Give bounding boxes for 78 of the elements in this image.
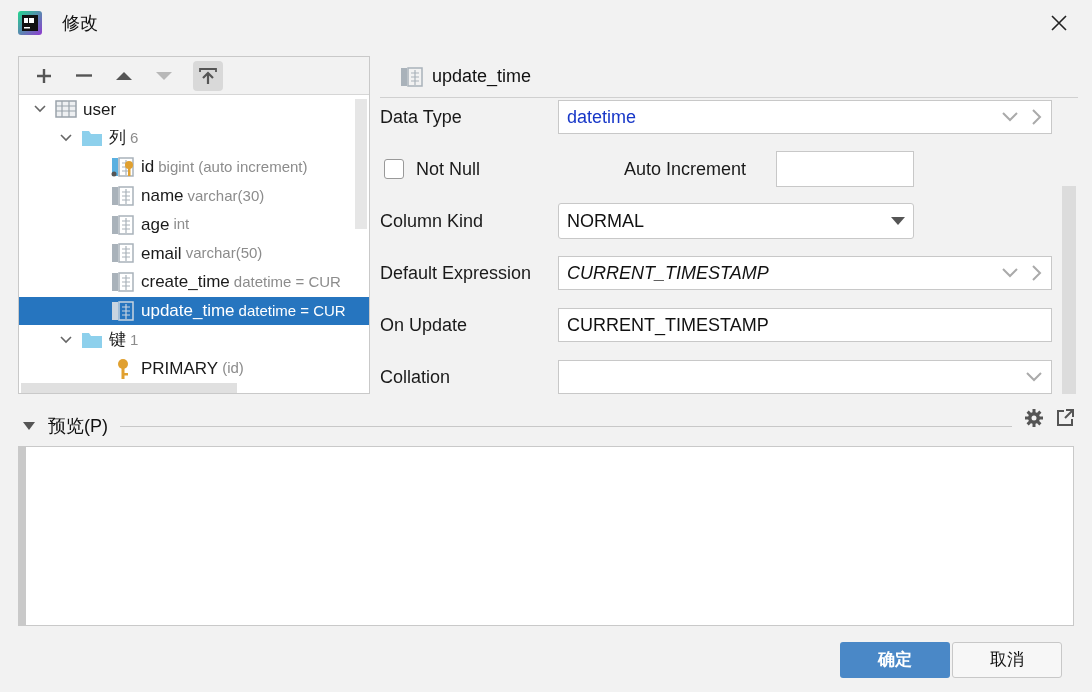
- tree-item-name: create_time: [141, 271, 230, 294]
- app-logo-icon: [18, 11, 42, 35]
- checkbox[interactable]: [384, 159, 404, 179]
- column-icon: [111, 243, 135, 264]
- combo-field[interactable]: datetime: [558, 100, 1052, 134]
- field-label: Data Type: [380, 105, 463, 129]
- pin-to-top-icon: [198, 65, 218, 86]
- field-label: Collation: [380, 365, 452, 389]
- field-label: Default Expression: [380, 261, 533, 285]
- chevron-right-icon[interactable]: [1031, 264, 1043, 282]
- tree-item[interactable]: age int: [19, 210, 369, 239]
- folder-icon: [81, 330, 103, 349]
- tree-item-name: id: [141, 156, 155, 179]
- ok-button[interactable]: 确定: [840, 642, 950, 678]
- tree-item-detail: datetime = CUR: [233, 271, 341, 292]
- settings-icon[interactable]: [1024, 408, 1044, 428]
- tree-item-name: name: [141, 185, 184, 208]
- folder-icon: [81, 129, 103, 148]
- tree-item[interactable]: update_time datetime = CUR: [19, 296, 369, 326]
- tree-item[interactable]: PRIMARY (id): [19, 354, 369, 383]
- tree-item[interactable]: name varchar(30): [19, 181, 369, 211]
- chevron-right-icon[interactable]: [1031, 108, 1043, 126]
- tree-item-detail: 6: [130, 127, 139, 148]
- column-icon: [111, 185, 135, 206]
- field-label: On Update: [380, 313, 469, 337]
- editor-title: update_time: [432, 65, 532, 89]
- tree-item[interactable]: create_time datetime = CUR: [19, 267, 369, 297]
- column-icon: [111, 272, 135, 293]
- tree-item-name: 列: [109, 127, 126, 150]
- tree-item[interactable]: 列 6: [19, 123, 369, 153]
- chevron-down-icon[interactable]: [1025, 371, 1043, 383]
- cancel-button[interactable]: 取消: [952, 642, 1062, 678]
- tree-item-name: update_time: [141, 300, 235, 323]
- tree-item-detail: (id): [222, 358, 244, 379]
- tree-item[interactable]: email varchar(50): [19, 239, 369, 268]
- tree-item-name: 键: [109, 329, 126, 351]
- tree-item[interactable]: user: [19, 95, 369, 124]
- combo-field[interactable]: [558, 360, 1052, 394]
- close-icon[interactable]: [1050, 14, 1068, 32]
- tree-item-name: age: [141, 213, 170, 236]
- chevron-down-icon[interactable]: [1001, 111, 1019, 123]
- key-column-icon: [111, 157, 135, 177]
- combo-field[interactable]: CURRENT_TIMESTAMP: [558, 256, 1052, 290]
- tree-item-detail: datetime = CUR: [238, 300, 346, 321]
- toolbar-button[interactable]: [193, 60, 223, 91]
- tree-item-name: email: [141, 242, 182, 265]
- key-icon: [117, 358, 129, 379]
- chevron-down-icon[interactable]: [1001, 267, 1019, 279]
- combo-value: datetime: [567, 105, 638, 129]
- tree-item-detail: 1: [130, 329, 139, 350]
- field-label: Column Kind: [380, 209, 485, 233]
- table-icon: [55, 100, 77, 119]
- external-link-icon[interactable]: [1056, 409, 1074, 427]
- window-title: 修改: [62, 11, 98, 35]
- tree-item-name: user: [83, 98, 117, 121]
- column-icon: [111, 214, 135, 235]
- column-icon: [111, 300, 135, 321]
- tree-item[interactable]: 键 1: [19, 325, 369, 355]
- scrollbar[interactable]: [355, 99, 367, 229]
- dropdown-arrow-icon: [891, 216, 905, 226]
- checkbox-label: Not Null: [416, 157, 482, 181]
- input-field[interactable]: CURRENT_TIMESTAMP: [558, 308, 1052, 342]
- scrollbar[interactable]: [21, 383, 237, 393]
- tree-item-detail: varchar(30): [187, 185, 265, 206]
- tree-item-name: PRIMARY: [141, 357, 219, 380]
- collapse-triangle-icon[interactable]: [22, 421, 36, 431]
- combo-value: CURRENT_TIMESTAMP: [567, 261, 770, 285]
- dropdown[interactable]: NORMAL: [558, 203, 914, 239]
- add-icon: [35, 66, 53, 85]
- input-field[interactable]: [776, 151, 914, 187]
- tree-item[interactable]: id bigint (auto increment): [19, 152, 369, 182]
- tree-item-detail: bigint (auto increment): [158, 156, 308, 177]
- tree-item-detail: int: [173, 214, 190, 235]
- section-title: 预览(P): [48, 414, 108, 438]
- tree-item-detail: varchar(50): [185, 243, 263, 264]
- column-icon: [400, 66, 424, 87]
- field-label: Auto Increment: [624, 157, 748, 181]
- remove-icon: [76, 74, 92, 77]
